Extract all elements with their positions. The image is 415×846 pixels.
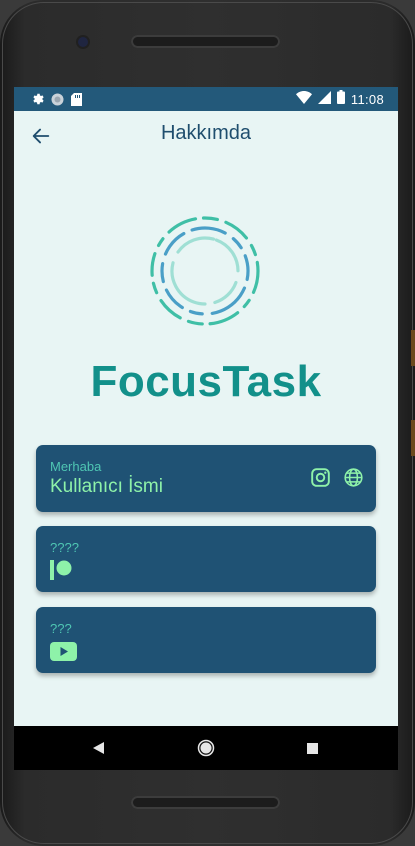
username-label: Kullanıcı İsmi [50, 476, 163, 497]
patreon-icon[interactable] [50, 560, 72, 584]
youtube-card[interactable]: ??? [36, 607, 376, 673]
brand-name: FocusTask [90, 357, 322, 406]
patreon-label: ???? [50, 540, 79, 555]
signal-icon [317, 90, 331, 108]
settings-icon [30, 91, 44, 110]
power-button [411, 420, 415, 456]
phone-frame: 11:08 Hakkımda FocusTask Merhaba Kullanı… [0, 0, 415, 846]
instagram-icon[interactable] [310, 467, 331, 492]
notification-circle-icon [51, 91, 64, 110]
top-speaker [131, 35, 280, 48]
profile-card: Merhaba Kullanıcı İsmi [36, 445, 376, 512]
patreon-card[interactable]: ???? [36, 526, 376, 592]
status-bar: 11:08 [14, 87, 398, 111]
screen: 11:08 Hakkımda FocusTask Merhaba Kullanı… [14, 87, 398, 770]
front-camera [78, 37, 88, 47]
globe-icon[interactable] [343, 467, 364, 492]
youtube-icon[interactable] [50, 642, 77, 665]
wifi-icon [295, 90, 312, 108]
android-nav-bar [14, 726, 398, 770]
status-right: 11:08 [295, 90, 384, 108]
social-icons [310, 467, 364, 492]
nav-back-icon[interactable] [69, 726, 129, 770]
status-time: 11:08 [350, 91, 384, 107]
page-title: Hakkımda [160, 122, 252, 144]
youtube-label: ??? [50, 621, 72, 636]
nav-recents-icon[interactable] [282, 726, 342, 770]
focus-logo-icon [145, 211, 265, 331]
volume-button [411, 330, 415, 366]
nav-home-icon[interactable] [176, 726, 236, 770]
sd-card-icon [71, 91, 82, 110]
status-left [30, 91, 82, 110]
greeting-label: Merhaba [50, 459, 102, 474]
app-bar: Hakkımda [14, 111, 398, 161]
bottom-speaker [131, 796, 280, 809]
battery-icon [336, 90, 345, 108]
